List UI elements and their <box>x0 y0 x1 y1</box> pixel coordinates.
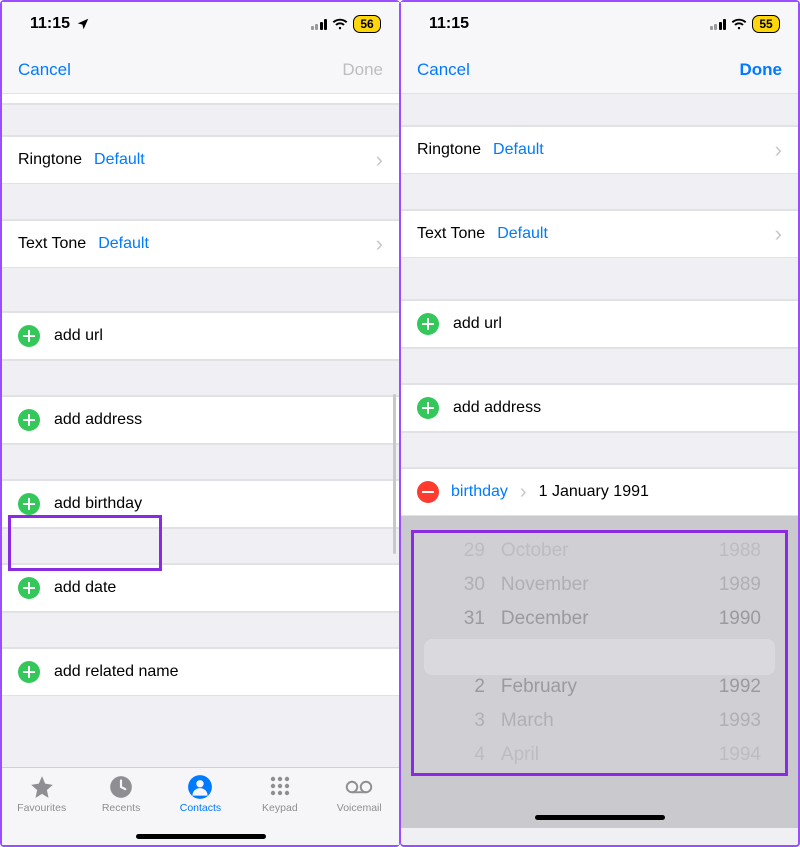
tab-recents-label: Recents <box>102 802 141 814</box>
battery-indicator: 55 <box>752 15 780 33</box>
ringtone-row[interactable]: Ringtone Default › <box>2 136 399 184</box>
ringtone-row[interactable]: Ringtone Default › <box>401 126 798 174</box>
done-button[interactable]: Done <box>740 60 783 80</box>
chevron-right-icon: › <box>775 139 782 161</box>
ringtone-label: Ringtone <box>417 141 481 159</box>
content-area: Ringtone Default › Text Tone Default › a… <box>401 94 798 828</box>
star-icon <box>28 774 56 800</box>
tab-contacts[interactable]: Contacts <box>165 774 235 814</box>
add-url-label: add url <box>453 315 502 333</box>
add-related-name-row[interactable]: add related name <box>2 648 399 696</box>
add-url-row[interactable]: add url <box>401 300 798 348</box>
birthday-value: 1 January 1991 <box>539 483 649 501</box>
plus-icon <box>18 409 40 431</box>
ringtone-label: Ringtone <box>18 151 82 169</box>
chevron-right-icon: › <box>376 149 383 171</box>
texttone-value: Default <box>497 225 774 243</box>
screenshot-left: 11:15 56 Cancel Done Ringtone Default › … <box>0 0 400 847</box>
texttone-row[interactable]: Text Tone Default › <box>2 220 399 268</box>
tab-keypad-label: Keypad <box>262 802 298 814</box>
cancel-button[interactable]: Cancel <box>417 60 470 80</box>
chevron-right-icon: › <box>775 223 782 245</box>
clock-icon <box>107 774 135 800</box>
tab-recents[interactable]: Recents <box>86 774 156 814</box>
texttone-value: Default <box>98 235 375 253</box>
add-related-name-label: add related name <box>54 663 179 681</box>
tab-favourites-label: Favourites <box>17 802 66 814</box>
plus-icon <box>18 661 40 683</box>
nav-bar: Cancel Done <box>401 46 798 94</box>
plus-icon <box>18 493 40 515</box>
wifi-icon <box>332 18 348 30</box>
annotation-highlight-picker: 28 29 30 31 1 2 3 4 5 September October … <box>411 530 788 776</box>
cancel-button[interactable]: Cancel <box>18 60 71 80</box>
tab-voicemail[interactable]: Voicemail <box>324 774 394 814</box>
add-url-row[interactable]: add url <box>2 312 399 360</box>
add-address-row[interactable]: add address <box>401 384 798 432</box>
tab-keypad[interactable]: Keypad <box>245 774 315 814</box>
add-address-label: add address <box>54 411 142 429</box>
date-picker[interactable]: 28 29 30 31 1 2 3 4 5 September October … <box>401 516 798 828</box>
add-address-label: add address <box>453 399 541 417</box>
status-bar: 11:15 56 <box>2 2 399 46</box>
battery-indicator: 56 <box>353 15 381 33</box>
birthday-row[interactable]: birthday › 1 January 1991 <box>401 468 798 516</box>
ringtone-value: Default <box>493 141 775 159</box>
chevron-right-icon: › <box>376 233 383 255</box>
status-time: 11:15 <box>429 15 469 33</box>
add-address-row[interactable]: add address <box>2 396 399 444</box>
chevron-right-icon: › <box>520 481 527 504</box>
done-button[interactable]: Done <box>342 60 383 80</box>
texttone-label: Text Tone <box>417 225 485 243</box>
tab-voicemail-label: Voicemail <box>337 802 382 814</box>
cellular-icon <box>311 19 328 30</box>
add-birthday-row[interactable]: add birthday <box>2 480 399 528</box>
status-bar: 11:15 55 <box>401 2 798 46</box>
tab-bar: Favourites Recents Contacts Keypad Voice… <box>2 767 399 845</box>
tab-favourites[interactable]: Favourites <box>7 774 77 814</box>
texttone-label: Text Tone <box>18 235 86 253</box>
content-area: Ringtone Default › Text Tone Default › a… <box>2 94 399 696</box>
plus-icon <box>18 325 40 347</box>
nav-bar: Cancel Done <box>2 46 399 94</box>
add-date-row[interactable]: add date <box>2 564 399 612</box>
add-date-label: add date <box>54 579 116 597</box>
keypad-icon <box>266 774 294 800</box>
plus-icon <box>417 397 439 419</box>
birthday-label: birthday <box>451 483 508 501</box>
voicemail-icon <box>345 774 373 800</box>
scroll-indicator <box>393 394 396 554</box>
person-icon <box>186 774 214 800</box>
ringtone-value: Default <box>94 151 376 169</box>
plus-icon <box>417 313 439 335</box>
plus-icon <box>18 577 40 599</box>
add-birthday-label: add birthday <box>54 495 142 513</box>
home-indicator[interactable] <box>535 815 665 820</box>
cellular-icon <box>710 19 727 30</box>
minus-icon[interactable] <box>417 481 439 503</box>
home-indicator[interactable] <box>136 834 266 839</box>
texttone-row[interactable]: Text Tone Default › <box>401 210 798 258</box>
screenshot-right: 11:15 55 Cancel Done Ringtone Default › … <box>400 0 800 847</box>
wifi-icon <box>731 18 747 30</box>
location-icon <box>76 17 90 31</box>
add-url-label: add url <box>54 327 103 345</box>
status-time: 11:15 <box>30 15 70 33</box>
tab-contacts-label: Contacts <box>180 802 221 814</box>
